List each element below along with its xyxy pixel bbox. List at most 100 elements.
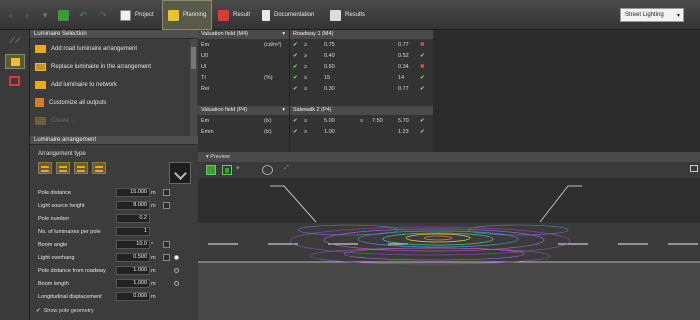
tab-results[interactable]: Results [330, 0, 365, 30]
add-arrangement-label: Add road luminaire arrangement [51, 45, 138, 52]
collapse-icon[interactable]: ▾ [206, 154, 209, 160]
param-lock-checkbox[interactable] [163, 241, 170, 248]
valuation-row: TI (%) [198, 72, 289, 83]
create-action[interactable]: Create ... [30, 113, 190, 128]
param-name: Em [201, 41, 210, 48]
param-unit: m [151, 280, 156, 287]
monitor-icon[interactable] [690, 165, 698, 172]
tab-documentation[interactable]: Documentation [262, 0, 314, 30]
checkmark-icon[interactable]: ✔ [293, 64, 298, 70]
param-value-input[interactable]: 1.000 [116, 279, 150, 288]
param-value-input[interactable]: 15.000 [116, 188, 150, 197]
param-lock-checkbox[interactable] [163, 254, 170, 261]
results-column: Roadway 1 (M4) ✔ ≥0.75 0.77 ✖ ✔ ≥0.40 0.52 ✔ ✔ ≥0… [290, 30, 433, 152]
param-row: Boom length 1.000 m [38, 278, 198, 289]
target-value: 0.40 [324, 52, 335, 59]
param-unit: m [151, 254, 156, 261]
results-grid-icon [330, 9, 341, 21]
valuation-row: Em (cd/m²) [198, 39, 289, 50]
valuation-field-1-rows: Em (cd/m²) U0 Ul TI (%) Rei [198, 39, 289, 94]
param-value-input[interactable]: 1 [116, 227, 150, 236]
valuation-row: Rei [198, 83, 289, 94]
actual-value: 0.77 [398, 41, 409, 48]
param-name: Emin [201, 128, 214, 135]
luminaire-tool-button[interactable] [5, 54, 25, 69]
param-unit: m [151, 202, 156, 209]
fit-view-icon[interactable]: ⤢ [284, 165, 289, 172]
tab-planning[interactable]: Planning [162, 0, 213, 30]
param-lock-checkbox[interactable] [163, 189, 170, 196]
param-radio[interactable] [174, 281, 179, 286]
param-unit: (lx) [264, 117, 272, 124]
measure-icon[interactable]: ⟋⟋ [5, 36, 25, 51]
render-mode-button[interactable] [206, 165, 216, 175]
param-value-input[interactable]: 1.000 [116, 266, 150, 275]
actual-value: 1.23 [398, 128, 409, 135]
preview-canvas[interactable] [198, 178, 700, 320]
result-row: ✔ ≤15 14 ✔ [290, 72, 433, 83]
redo-icon[interactable]: ↷ [96, 9, 110, 21]
dropdown-arrow-icon[interactable]: ▾ [236, 164, 240, 172]
chevron-down-icon[interactable]: ▾ [282, 30, 285, 39]
panel-scrollbar[interactable] [190, 39, 197, 139]
param-row: Light source height 8.000 m [38, 200, 198, 211]
back-icon[interactable]: ‹ [4, 9, 18, 21]
param-lock-checkbox[interactable] [163, 202, 170, 209]
valuation-field-2-rows: Em (lx) Emin (lx) [198, 115, 289, 137]
actual-value: 0.34 [398, 63, 409, 70]
show-pole-geometry-option[interactable]: ✔ Show pole geometry [36, 308, 94, 314]
param-label: Pole distance [38, 189, 72, 196]
chevron-down-icon: ▾ [676, 12, 680, 19]
forward-icon[interactable]: › [20, 9, 34, 21]
param-name: Em [201, 117, 210, 124]
target-value: 0.75 [324, 41, 335, 48]
param-row: Boom angle 10.0 ° [38, 239, 198, 250]
arrangement-type-single-button[interactable] [38, 162, 52, 174]
checkmark-icon[interactable]: ✔ [293, 118, 298, 124]
pass-check-icon: ✔ [420, 52, 425, 59]
checkmark-icon[interactable]: ✔ [293, 42, 298, 48]
mode-select[interactable]: Street Lighting ▾ [620, 8, 684, 22]
param-value-input[interactable]: 10.0 [116, 240, 150, 249]
param-label: Light overhang [38, 254, 75, 261]
checkmark-icon[interactable]: ✔ [293, 53, 298, 59]
param-value-input[interactable]: 0.2 [116, 214, 150, 223]
luminaire-picker-button[interactable] [169, 162, 191, 184]
param-value-input[interactable]: 0.000 [116, 292, 150, 301]
operator: ≥ [304, 63, 308, 70]
add-to-network-action[interactable]: Add luminaire to network [30, 77, 190, 92]
add-arrangement-action[interactable]: Add road luminaire arrangement [30, 41, 190, 56]
arrangement-type-double-button[interactable] [56, 162, 70, 174]
replace-luminaire-action[interactable]: Replace luminaire in the arrangement [30, 59, 190, 74]
dropdown-arrow-icon[interactable]: ▾ [38, 9, 52, 21]
param-radio[interactable] [174, 255, 179, 260]
tab-documentation-label: Documentation [274, 12, 315, 18]
arrangement-type-staggered-button[interactable] [92, 162, 106, 174]
road-arrangement-icon [35, 44, 46, 53]
false-color-button[interactable] [222, 165, 232, 175]
valuation-field-1-header: Valuation field (M4) ▾ [198, 30, 289, 39]
tab-project[interactable]: Project [120, 0, 154, 30]
undo-icon[interactable]: ↶ [76, 9, 90, 21]
param-radio[interactable] [174, 268, 179, 273]
checkmark-icon[interactable]: ✔ [293, 129, 298, 135]
network-icon [35, 80, 46, 89]
param-value-input[interactable]: 0.500 [116, 253, 150, 262]
tab-result[interactable]: Result [218, 0, 250, 30]
pass-check-icon: ✔ [420, 85, 425, 92]
checkmark-icon[interactable]: ✔ [293, 86, 298, 92]
chevron-down-icon[interactable]: ▾ [282, 106, 285, 115]
result-icon [218, 9, 229, 21]
customize-outputs-action[interactable]: Customize all outputs [30, 95, 190, 110]
actual-value: 5.70 [398, 117, 409, 124]
valuation-field-2-header: Valuation field (P4) ▾ [198, 106, 289, 115]
arrangement-type-opposite-button[interactable] [74, 162, 88, 174]
main-toolbar: ‹ › ▾ ↶ ↷ Project Planning Result Docume… [0, 0, 700, 30]
valuation-row: Ul [198, 61, 289, 72]
calc-object-button[interactable] [5, 74, 25, 89]
checkmark-icon[interactable]: ✔ [293, 75, 298, 81]
save-button[interactable] [58, 0, 69, 30]
param-value-input[interactable]: 8.000 [116, 201, 150, 210]
valuation-column: Valuation field (M4) ▾ Em (cd/m²) U0 Ul TI (%… [198, 30, 290, 152]
camera-view-icon[interactable] [262, 165, 273, 175]
